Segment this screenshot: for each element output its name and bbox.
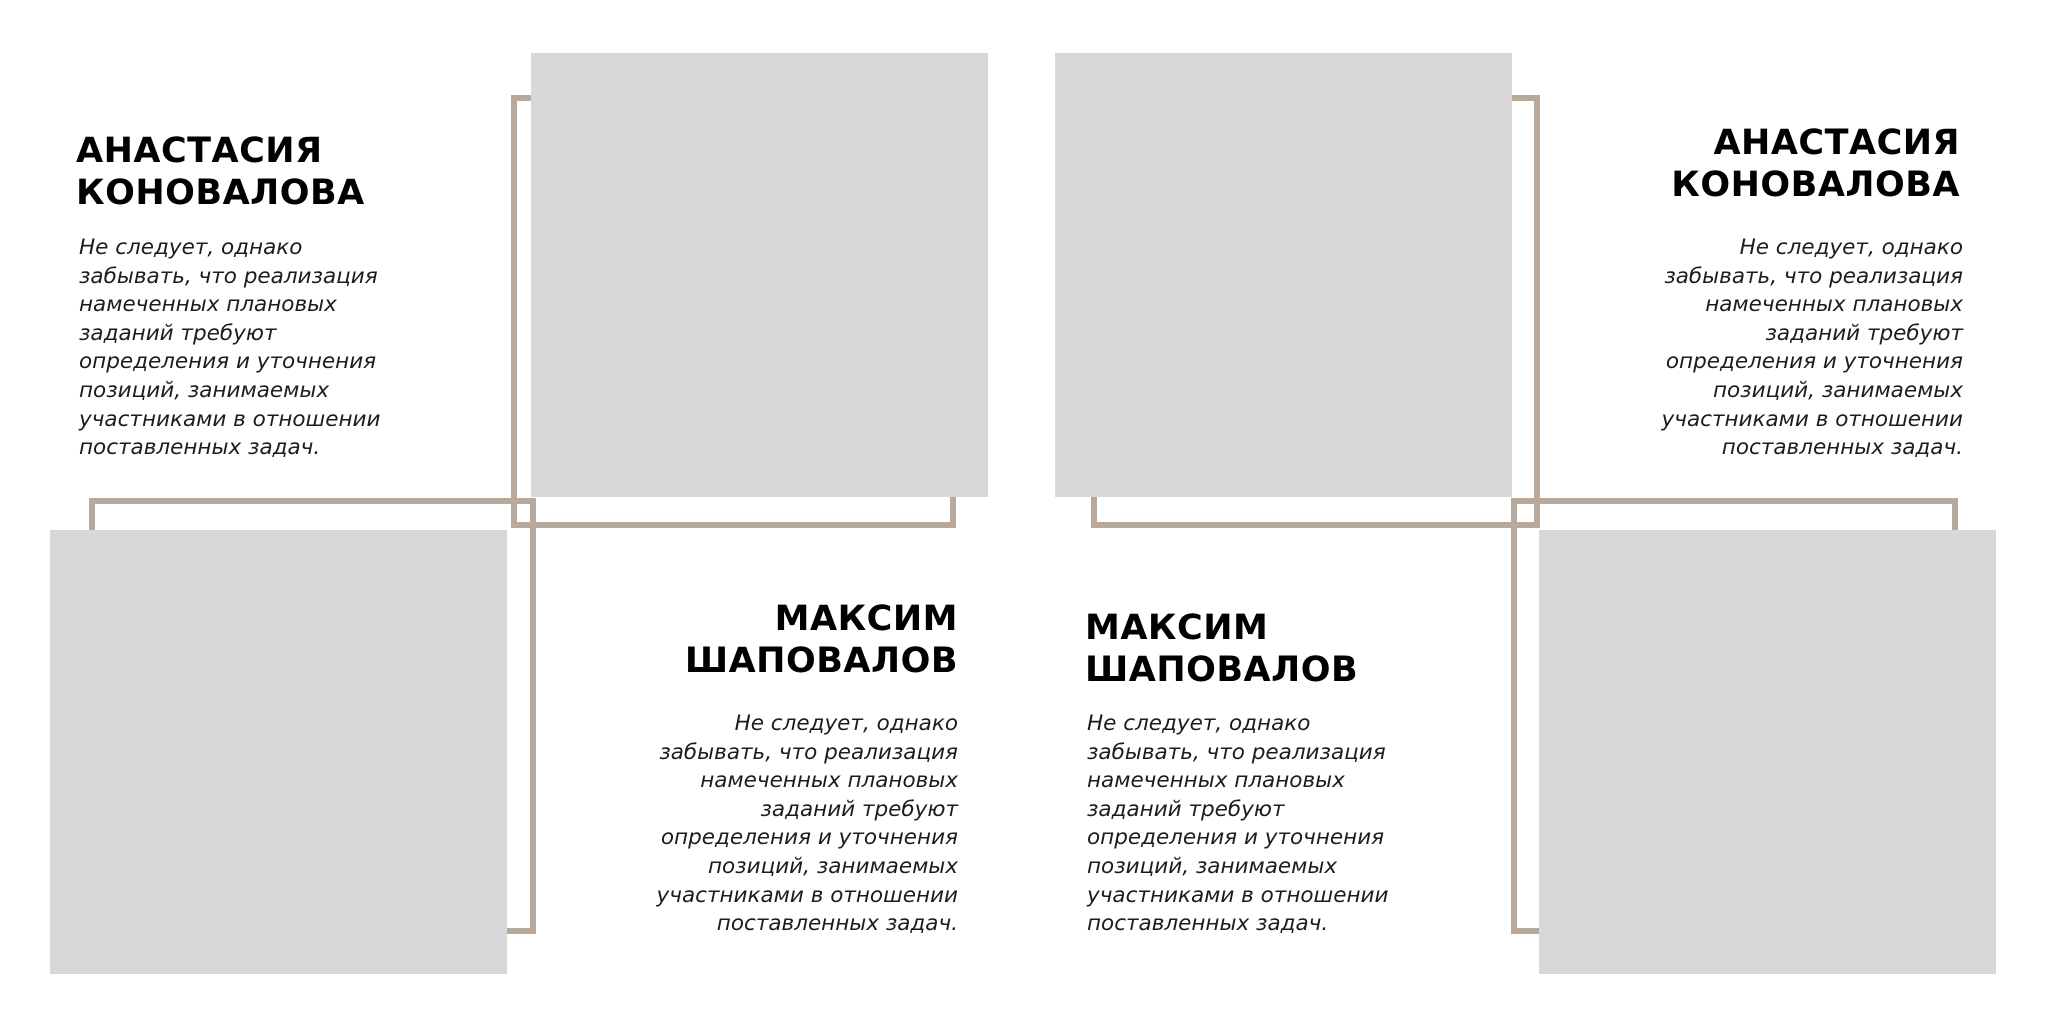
person-bio: Не следует, однако забывать, что реализа… — [1087, 711, 1389, 937]
photo-placeholder-top-right — [1055, 53, 1512, 497]
frame-outline-top-left-photo-bottom — [511, 495, 956, 528]
photo-placeholder-bottom-left — [50, 530, 507, 974]
person-card-bottom-center-right: МАКСИМ ШАПОВАЛОВ Не следует, однако забы… — [1085, 607, 1485, 939]
person-name: МАКСИМ ШАПОВАЛОВ — [1085, 608, 1359, 690]
photo-placeholder-bottom-right — [1539, 530, 1996, 974]
person-name: АНАСТАСИЯ КОНОВАЛОВА — [1671, 123, 1960, 205]
person-name: АНАСТАСИЯ КОНОВАЛОВА — [76, 131, 365, 213]
person-name: МАКСИМ ШАПОВАЛОВ — [684, 599, 958, 681]
person-card-bottom-center-left: МАКСИМ ШАПОВАЛОВ Не следует, однако забы… — [560, 598, 958, 939]
person-card-top-left: АНАСТАСИЯ КОНОВАЛОВА Не следует, однако … — [76, 130, 476, 463]
photo-placeholder-top-left — [531, 53, 988, 497]
person-bio: Не следует, однако забывать, что реализа… — [1661, 235, 1963, 461]
person-card-top-right: АНАСТАСИЯ КОНОВАЛОВА Не следует, однако … — [1560, 122, 1963, 463]
person-bio: Не следует, однако забывать, что реализа… — [79, 235, 381, 461]
person-bio: Не следует, однако забывать, что реализа… — [656, 711, 958, 937]
